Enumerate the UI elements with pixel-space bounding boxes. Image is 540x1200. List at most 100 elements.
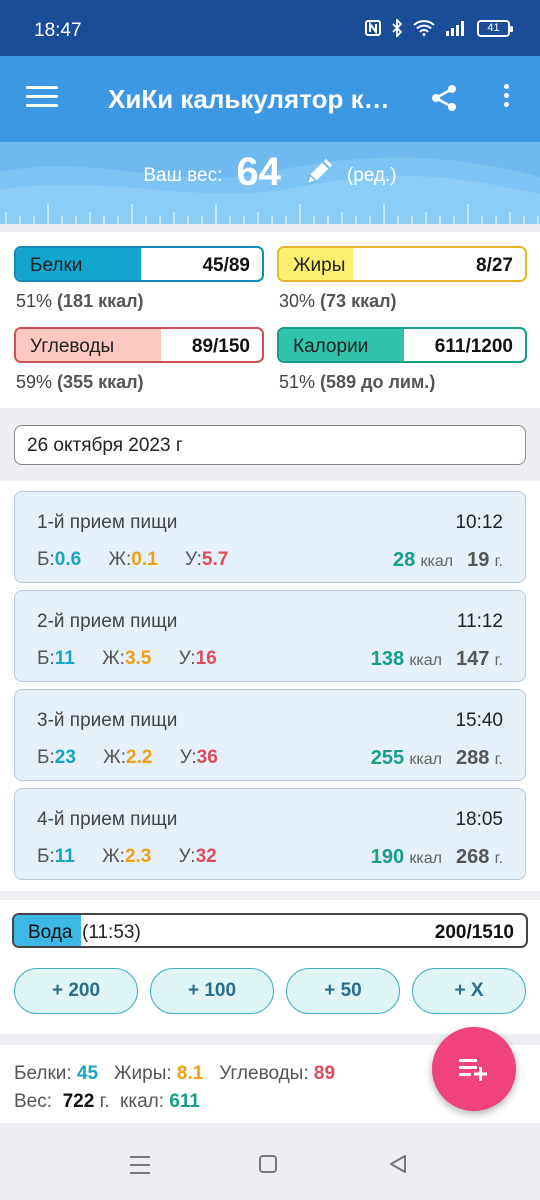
macro-bar: Калории 611/1200 [277, 327, 527, 363]
totals-weight-line: Вес: 722 г. ккал: 611 [14, 1091, 200, 1113]
water-bar[interactable]: Вода (11:53) 200/1510 [12, 913, 528, 948]
weight-edit-label[interactable]: (ред.) [347, 165, 397, 187]
macro-label: Калории [293, 336, 369, 357]
grams-unit: г. [494, 553, 503, 570]
add-to-list-icon [459, 1059, 487, 1081]
meal-totals: 28 ккал 19 г. [393, 549, 503, 572]
weight-row[interactable]: Ваш вес: 64 (ред.) [0, 150, 540, 195]
meal-protein: 11 [54, 846, 75, 867]
totals-macros-line: Белки: 45 Жиры: 8.1 Углеводы: 89 [14, 1063, 335, 1085]
protein-letter: Б: [37, 549, 55, 570]
date-selector[interactable]: 26 октября 2023 г [14, 425, 526, 465]
macro-protein[interactable]: Белки 45/89 51% (181 ккал) [14, 246, 264, 312]
meal-fat: 3.5 [124, 648, 152, 669]
meals-list: 1-й прием пищи 10:12 Б:0.6 Ж:0.1 У:5.7 2… [0, 481, 540, 891]
meal-kcal: 28 [393, 549, 416, 571]
macro-percent: 51% [279, 372, 316, 392]
macro-value: 45/89 [202, 255, 250, 276]
add-water-200-button[interactable]: + 200 [14, 968, 138, 1014]
meal-carbs: 36 [196, 747, 218, 768]
meal-grams: 268 [456, 846, 490, 868]
meal-item[interactable]: 3-й прием пищи 15:40 Б:23 Ж:2.2 У:36 255… [14, 689, 526, 781]
app-bar: ХиКи калькулятор калорий [0, 56, 540, 142]
back-icon[interactable] [388, 1154, 408, 1174]
meal-protein: 11 [54, 648, 75, 669]
meal-protein: 0.6 [54, 549, 82, 570]
meal-name: 1-й прием пищи [37, 512, 178, 533]
macro-percent: 51% [16, 291, 53, 311]
home-icon[interactable] [258, 1154, 278, 1174]
water-time: (11:53) [82, 922, 141, 943]
kcal-unit: ккал [409, 850, 443, 867]
macro-calories[interactable]: Калории 611/1200 51% (589 до лим.) [277, 327, 527, 393]
carbs-letter: У: [179, 747, 197, 768]
meal-item[interactable]: 2-й прием пищи 11:12 Б:11 Ж:3.5 У:16 138… [14, 590, 526, 682]
meal-grams: 19 [467, 549, 490, 571]
add-meal-button[interactable] [432, 1027, 516, 1111]
macro-summary: 51% (589 до лим.) [277, 372, 527, 393]
meal-nutrients: Б:23 Ж:2.2 У:36 [37, 747, 240, 769]
meal-fat: 2.3 [124, 846, 152, 867]
macro-summary: 30% (73 ккал) [277, 291, 527, 312]
meal-totals: 255 ккал 288 г. [371, 747, 503, 770]
water-card: Вода (11:53) 200/1510 + 200 + 100 + 50 +… [0, 900, 540, 1034]
pencil-icon[interactable] [299, 153, 339, 193]
macro-summary: 59% (355 ккал) [14, 372, 264, 393]
meal-kcal: 138 [370, 648, 405, 670]
macro-value: 611/1200 [434, 336, 513, 357]
macro-percent: 30% [279, 291, 316, 311]
macro-detail: (73 ккал) [320, 291, 397, 311]
weight-banner: Ваш вес: 64 (ред.) [0, 142, 540, 224]
add-water-100-button[interactable]: + 100 [150, 968, 274, 1014]
battery-icon: 41 [477, 19, 513, 37]
app-title: ХиКи калькулятор калорий [108, 84, 398, 114]
totals-fat: 8.1 [176, 1063, 204, 1084]
macro-percent: 59% [16, 372, 53, 392]
totals-fat-label: Жиры: [113, 1063, 172, 1084]
grams-unit: г. [494, 751, 503, 768]
recents-icon[interactable] [128, 1154, 152, 1176]
more-vert-icon[interactable] [496, 84, 516, 114]
meal-carbs: 5.7 [201, 549, 229, 570]
meal-name: 3-й прием пищи [37, 710, 178, 731]
nfc-icon [365, 20, 381, 36]
macro-detail: (355 ккал) [57, 372, 144, 392]
macro-fat[interactable]: Жиры 8/27 30% (73 ккал) [277, 246, 527, 312]
macro-bar: Белки 45/89 [14, 246, 264, 282]
menu-icon[interactable] [26, 86, 58, 110]
meal-nutrients: Б:0.6 Ж:0.1 У:5.7 [37, 549, 250, 571]
totals-kcal: 611 [169, 1091, 200, 1112]
meal-fat: 0.1 [131, 549, 158, 570]
grams-unit: г. [494, 652, 503, 669]
totals-weight-unit: г. [99, 1091, 110, 1112]
status-icons: 41 [365, 19, 513, 37]
totals-weight-label: Вес: [14, 1091, 53, 1112]
meal-nutrients: Б:11 Ж:2.3 У:32 [37, 846, 239, 868]
protein-letter: Б: [37, 747, 55, 768]
water-label: Вода [28, 922, 73, 943]
meal-fat: 2.2 [126, 747, 153, 768]
totals-weight: 722 [62, 1091, 95, 1112]
share-icon[interactable] [428, 82, 460, 114]
totals-protein: 45 [76, 1063, 99, 1084]
meal-item[interactable]: 4-й прием пищи 18:05 Б:11 Ж:2.3 У:32 190… [14, 788, 526, 880]
meal-time: 18:05 [455, 809, 503, 830]
signal-icon [446, 21, 464, 36]
meal-carbs: 32 [195, 846, 217, 867]
protein-letter: Б: [37, 648, 55, 669]
fat-letter: Ж: [103, 747, 126, 768]
add-water-50-button[interactable]: + 50 [286, 968, 400, 1014]
macro-detail: (589 до лим.) [320, 372, 436, 392]
macro-label: Углеводы [30, 336, 115, 357]
macro-bar: Жиры 8/27 [277, 246, 527, 282]
macro-label: Жиры [293, 255, 346, 276]
meal-name: 4-й прием пищи [37, 809, 178, 830]
meal-time: 15:40 [455, 710, 503, 731]
carbs-letter: У: [178, 648, 196, 669]
macro-carbs[interactable]: Углеводы 89/150 59% (355 ккал) [14, 327, 264, 393]
add-water-custom-button[interactable]: + X [412, 968, 526, 1014]
totals-carbs-label: Углеводы: [219, 1063, 309, 1084]
meal-item[interactable]: 1-й прием пищи 10:12 Б:0.6 Ж:0.1 У:5.7 2… [14, 491, 526, 583]
status-bar: 18:47 41 [0, 0, 540, 56]
meal-kcal: 190 [370, 846, 405, 868]
